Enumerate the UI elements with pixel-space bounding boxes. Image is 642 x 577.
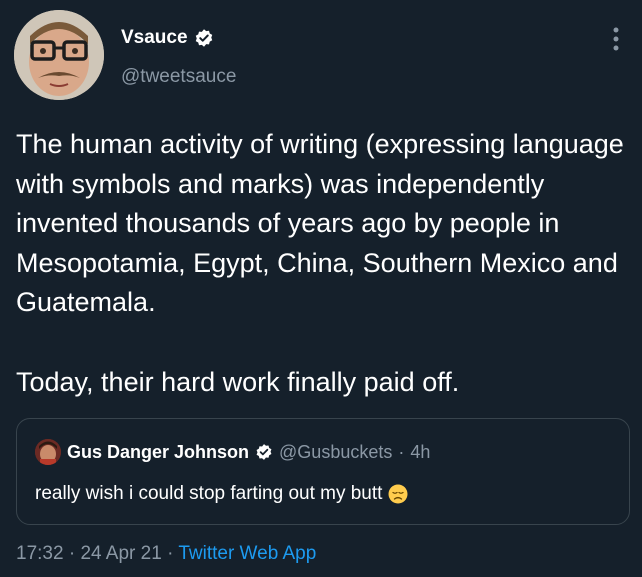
author-avatar[interactable] xyxy=(14,10,104,100)
quoted-author-name[interactable]: Gus Danger Johnson xyxy=(67,442,249,463)
quoted-author-handle[interactable]: @Gusbuckets xyxy=(279,442,392,463)
quoted-tweet[interactable]: Gus Danger Johnson @Gusbuckets · 4h real… xyxy=(16,418,630,525)
tweet-date[interactable]: 24 Apr 21 xyxy=(80,543,161,564)
quoted-author-avatar[interactable] xyxy=(35,439,61,465)
tweet-card: Vsauce @tweetsauce The human activity of… xyxy=(0,0,642,577)
more-options-icon[interactable] xyxy=(612,26,620,52)
tweet-paragraph-1: The human activity of writing (expressin… xyxy=(16,129,624,317)
verified-badge-icon xyxy=(194,28,214,48)
tweet-metadata: 17:32 · 24 Apr 21 · Twitter Web App xyxy=(16,543,316,565)
disappointed-face-emoji-icon xyxy=(388,484,408,504)
meta-separator-2: · xyxy=(167,543,174,564)
tweet-time[interactable]: 17:32 xyxy=(16,543,64,564)
tweet-paragraph-2: Today, their hard work finally paid off. xyxy=(16,366,460,397)
quoted-tweet-text-row: really wish i could stop farting out my … xyxy=(35,483,408,505)
author-handle[interactable]: @tweetsauce xyxy=(121,66,236,88)
tweet-text: The human activity of writing (expressin… xyxy=(16,125,634,402)
quoted-tweet-text: really wish i could stop farting out my … xyxy=(35,483,383,504)
quoted-tweet-header: Gus Danger Johnson @Gusbuckets · 4h xyxy=(35,439,430,465)
quoted-timestamp[interactable]: 4h xyxy=(410,442,430,463)
author-name[interactable]: Vsauce xyxy=(121,27,188,49)
author-name-row: Vsauce xyxy=(121,27,214,49)
meta-separator-1: · xyxy=(68,543,76,564)
tweet-source-link[interactable]: Twitter Web App xyxy=(178,543,316,564)
quoted-verified-badge-icon xyxy=(255,443,273,461)
quoted-separator: · xyxy=(398,441,405,462)
